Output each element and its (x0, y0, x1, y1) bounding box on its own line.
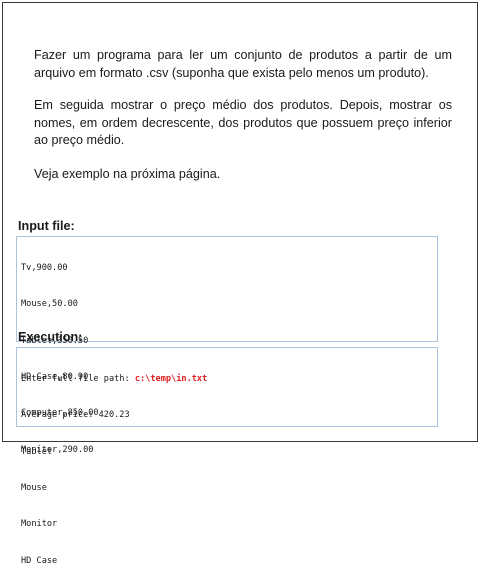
output-line: Tablet (21, 446, 53, 457)
output-line: Mouse (21, 483, 47, 494)
execution-heading: Execution: (18, 330, 83, 344)
problem-paragraph-3: Veja exemplo na próxima página. (34, 167, 221, 181)
output-line: HD Case (21, 555, 58, 566)
input-file-codebox: Tv,900.00 Mouse,50.00 Tablet,350.50 HD C… (16, 236, 438, 455)
problem-paragraph-2: Em seguida mostrar o preço médio dos pro… (34, 98, 452, 147)
input-line: Mouse,50.00 (21, 299, 78, 310)
problem-paragraph-1: Fazer um programa para ler um conjunto d… (34, 48, 452, 80)
input-line: Tablet,350.50 (21, 335, 89, 346)
output-line: Average price: 420.23 (21, 410, 130, 421)
output-line: Monitor (21, 519, 58, 530)
input-line: Tv,900.00 (21, 263, 68, 274)
execution-codebox: Enter full file path: c:\temp\in.txt Ave… (16, 347, 438, 566)
prompt-line: Enter full file path: c:\temp\in.txt (21, 373, 433, 385)
prompt-text: Enter full file path: (21, 374, 135, 385)
input-file-heading: Input file: (18, 219, 75, 233)
prompt-user-input: c:\temp\in.txt (134, 374, 208, 385)
